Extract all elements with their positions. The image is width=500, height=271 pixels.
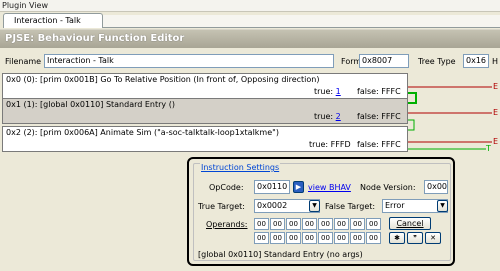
instruction-settings-group: Instruction Settings OpCode: 0x0110 ▶ vi… xyxy=(193,163,451,261)
instruction-settings-label: Instruction Settings xyxy=(200,163,281,172)
operand-field[interactable]: 00 xyxy=(286,218,301,230)
format-field[interactable]: 0x8007 xyxy=(359,54,409,68)
edge-2-true-label: T xyxy=(486,144,491,153)
filename-field[interactable]: Interaction - Talk xyxy=(44,54,334,68)
node-1-true-label: true: xyxy=(314,112,334,121)
operand-field[interactable]: 00 xyxy=(270,218,285,230)
bhav-node-2[interactable]: 0x2 (2): [prim 0x006A] Animate Sim ("a-s… xyxy=(2,126,408,152)
node-2-false-label: false: xyxy=(357,140,379,149)
node-version-label: Node Version: xyxy=(360,183,416,192)
false-target-label: False Target: xyxy=(325,202,376,211)
bhav-node-1[interactable]: 0x1 (1): [global 0x0110] Standard Entry … xyxy=(2,98,408,124)
true-target-label: True Target: xyxy=(198,202,245,211)
wizard-icon[interactable]: ✱ xyxy=(389,232,405,244)
node-1-true-link[interactable]: 2 xyxy=(336,112,341,121)
operand-field[interactable]: 00 xyxy=(302,232,317,244)
node-2-true-value: FFFD xyxy=(330,140,351,149)
tab-interaction-talk[interactable]: Interaction - Talk xyxy=(3,13,103,28)
opcode-field[interactable]: 0x0110 xyxy=(254,180,290,194)
edge-1-true-connector xyxy=(408,119,415,131)
opcode-label: OpCode: xyxy=(209,183,244,192)
node-edges xyxy=(408,86,492,150)
operands-label: Operands: xyxy=(206,220,248,229)
close-icon[interactable]: ✕ xyxy=(425,232,441,244)
operand-field[interactable]: 00 xyxy=(334,232,349,244)
operand-field[interactable]: 00 xyxy=(350,232,365,244)
operand-field[interactable]: 00 xyxy=(334,218,349,230)
node-1-true: true: 2 xyxy=(314,112,341,121)
node-0-true: true: 1 xyxy=(314,87,341,96)
node-2-true-label: true: xyxy=(309,140,329,149)
node-1-false-value: FFFC xyxy=(381,112,401,121)
operand-field[interactable]: 00 xyxy=(366,218,381,230)
instruction-status-text: [global 0x0110] Standard Entry (no args) xyxy=(198,250,363,259)
node-2-false: false: FFFC xyxy=(357,140,401,149)
operand-field[interactable]: 00 xyxy=(286,232,301,244)
operand-field[interactable]: 00 xyxy=(270,232,285,244)
tab-strip-filler xyxy=(103,15,500,28)
false-target-chevron-down-icon[interactable]: ▼ xyxy=(437,200,448,212)
node-0-false-label: false: xyxy=(357,87,379,96)
node-version-field[interactable]: 0x00 xyxy=(424,180,448,194)
node-0-false: false: FFFC xyxy=(357,87,401,96)
node-1-false-label: false: xyxy=(357,112,379,121)
operand-field[interactable]: 00 xyxy=(302,218,317,230)
trailing-label: H xyxy=(492,57,499,66)
edge-0-label: E xyxy=(493,82,499,91)
quote-icon[interactable]: ❞ xyxy=(407,232,423,244)
true-target-value: 0x0002 xyxy=(257,201,288,210)
edge-1-label: E xyxy=(493,108,499,117)
node-0-true-label: true: xyxy=(314,87,334,96)
node-2-true: true: FFFD xyxy=(309,140,351,149)
node-2-text: 0x2 (2): [prim 0x006A] Animate Sim ("a-s… xyxy=(6,128,279,137)
cancel-button[interactable]: Cancel xyxy=(389,217,431,230)
tree-type-label: Tree Type xyxy=(418,57,456,66)
operand-field[interactable]: 00 xyxy=(366,232,381,244)
view-bhav-link[interactable]: view BHAV xyxy=(308,183,351,192)
node-1-text: 0x1 (1): [global 0x0110] Standard Entry … xyxy=(6,100,175,109)
operand-field[interactable]: 00 xyxy=(318,232,333,244)
plugin-view-header: Plugin View xyxy=(0,0,500,12)
operand-field[interactable]: 00 xyxy=(254,232,269,244)
bhav-node-0[interactable]: 0x0 (0): [prim 0x001B] Go To Relative Po… xyxy=(2,73,408,99)
node-1-false: false: FFFC xyxy=(357,112,401,121)
operand-field[interactable]: 00 xyxy=(318,218,333,230)
instruction-settings-panel: Instruction Settings OpCode: 0x0110 ▶ vi… xyxy=(187,157,455,266)
node-2-false-value: FFFC xyxy=(381,140,401,149)
editor-title: PJSE: Behaviour Function Editor xyxy=(0,29,500,48)
operand-field[interactable]: 00 xyxy=(254,218,269,230)
operand-field[interactable]: 00 xyxy=(350,218,365,230)
false-target-value: Error xyxy=(385,201,405,210)
tree-type-field[interactable]: 0x16 xyxy=(463,54,489,68)
node-0-text: 0x0 (0): [prim 0x001B] Go To Relative Po… xyxy=(6,75,320,84)
edge-2-label: E xyxy=(493,137,499,146)
edge-0-true-connector xyxy=(408,92,417,104)
node-0-true-link[interactable]: 1 xyxy=(336,87,341,96)
node-0-false-value: FFFC xyxy=(381,87,401,96)
filename-label: Filename xyxy=(5,57,42,66)
true-target-chevron-down-icon[interactable]: ▼ xyxy=(309,200,320,212)
opcode-arrow-icon[interactable]: ▶ xyxy=(293,181,304,193)
